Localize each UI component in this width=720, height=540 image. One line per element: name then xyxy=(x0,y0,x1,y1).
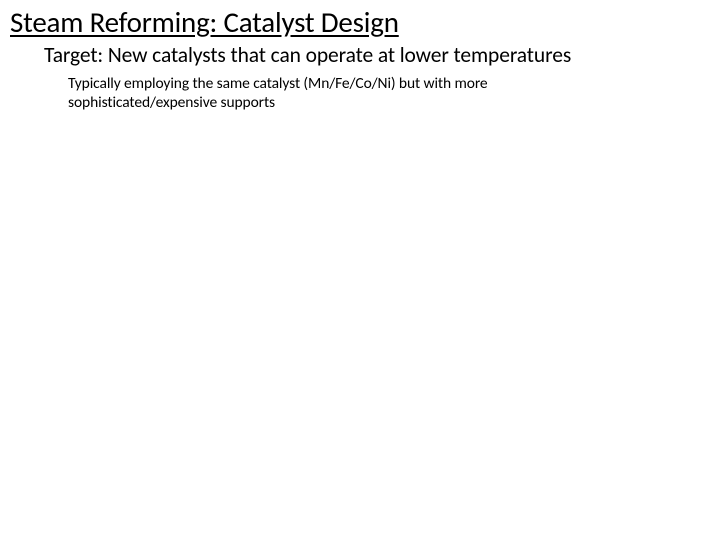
slide-body-text: Typically employing the same catalyst (M… xyxy=(68,75,628,113)
slide-title: Steam Reforming: Catalyst Design xyxy=(10,6,710,39)
slide-subtitle: Target: New catalysts that can operate a… xyxy=(44,43,710,69)
slide-container: Steam Reforming: Catalyst Design Target:… xyxy=(0,0,720,540)
